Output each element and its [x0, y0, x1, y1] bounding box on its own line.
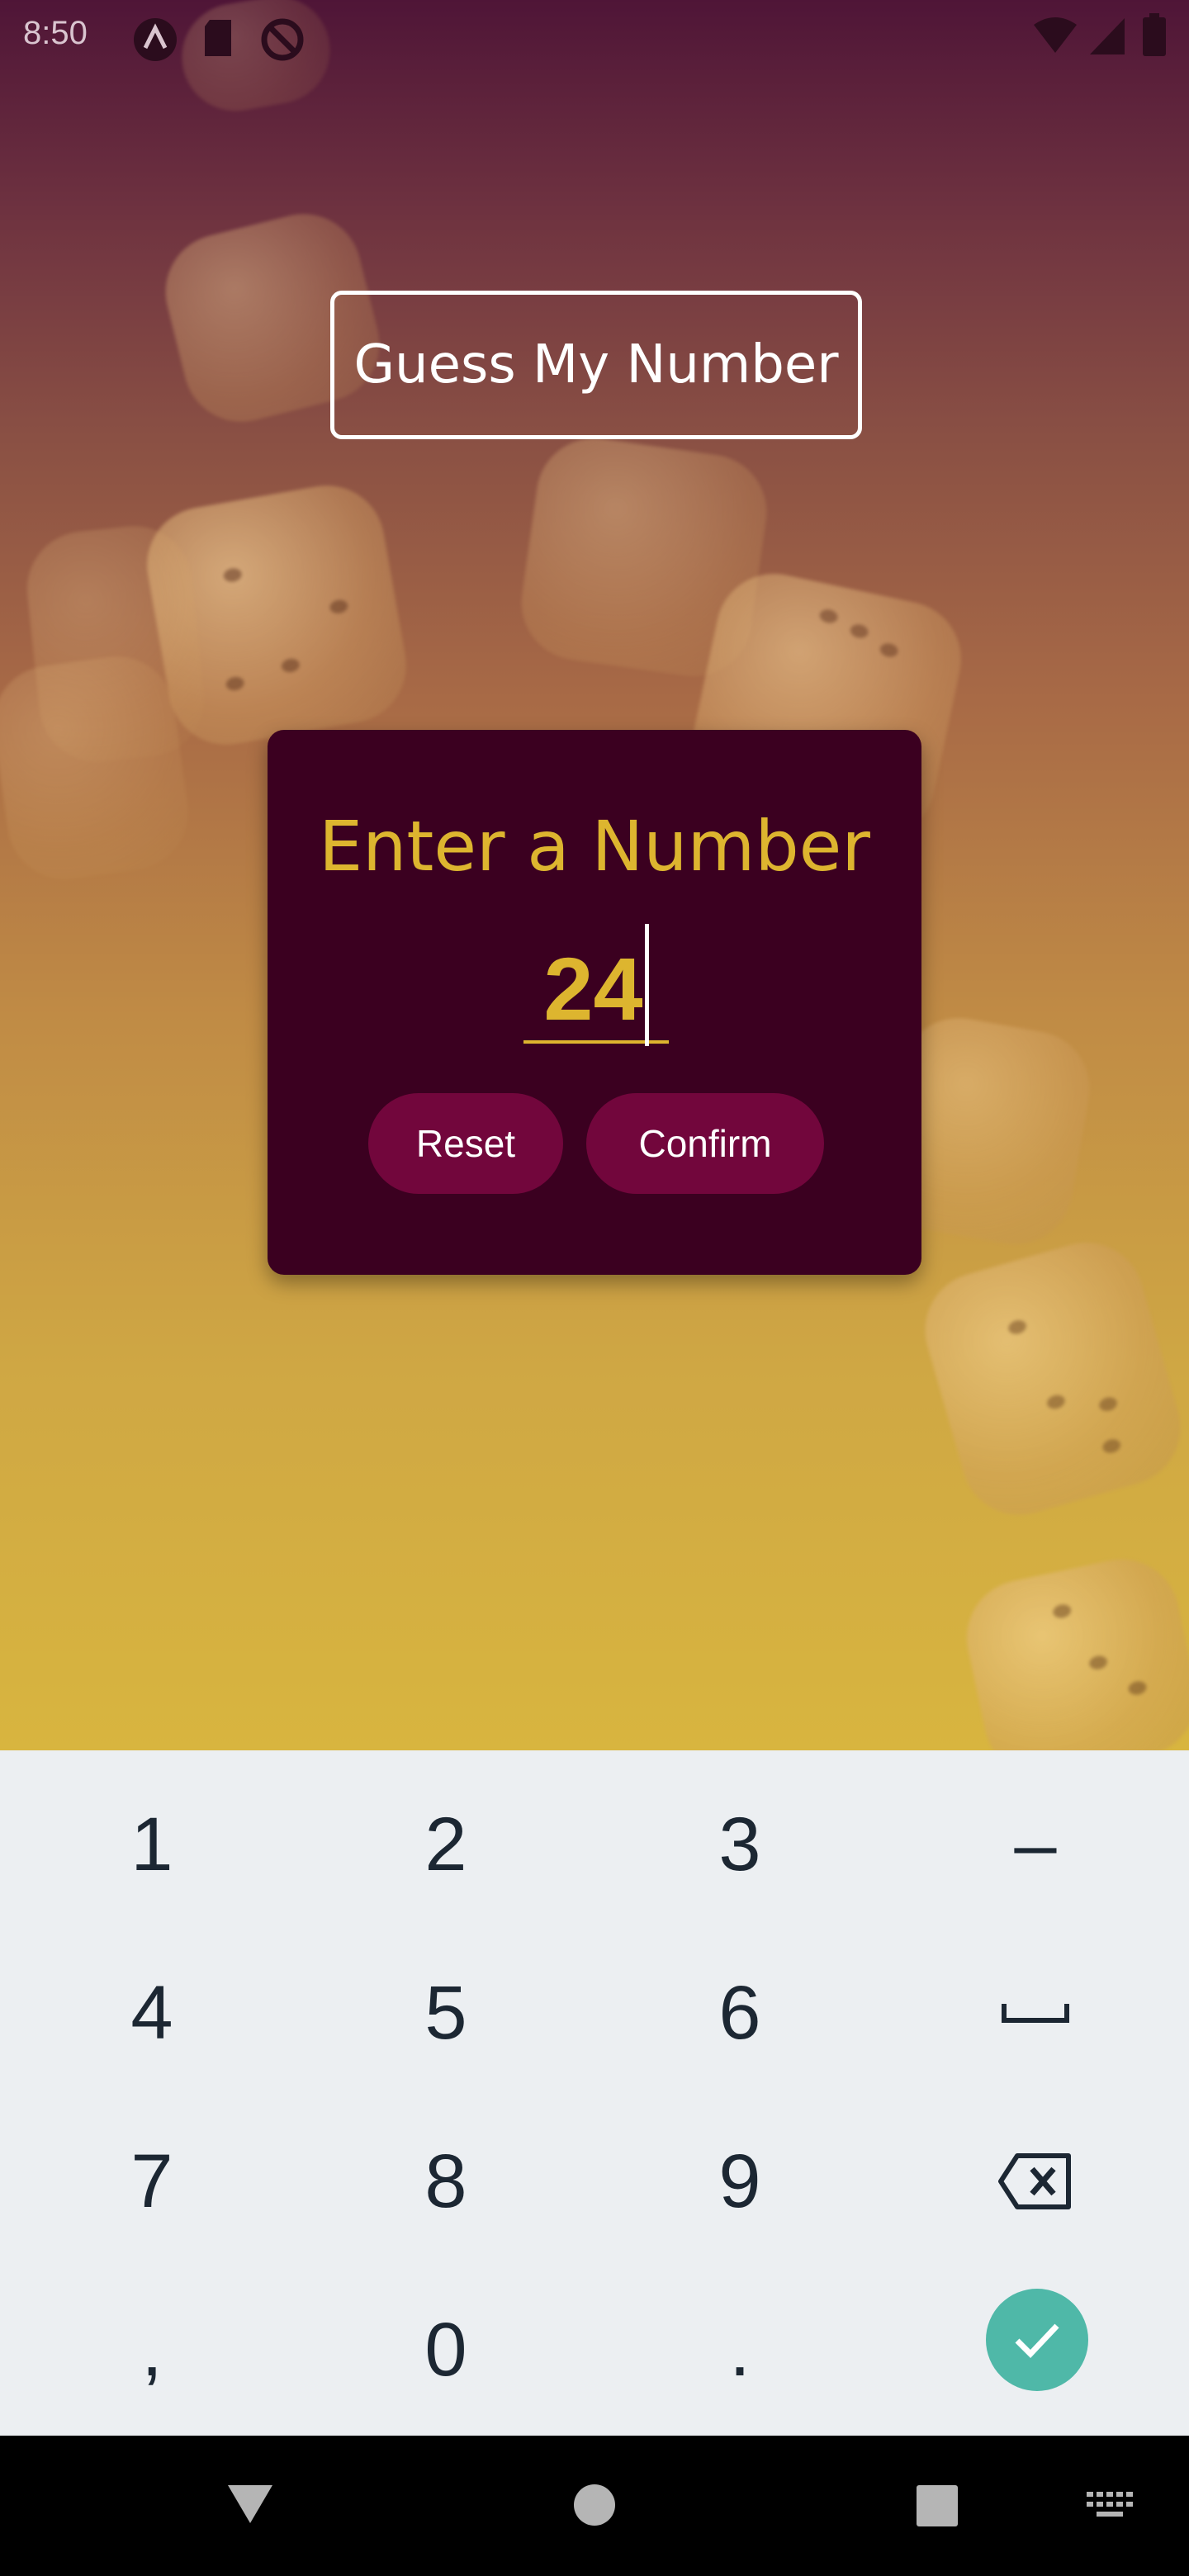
key-5[interactable]: 5	[322, 1930, 570, 2095]
confirm-button-label: Confirm	[638, 1122, 772, 1165]
app-screen: 8:50 Guess My Number Enter a Number 24 R…	[0, 0, 1189, 1750]
back-triangle-icon	[228, 2485, 272, 2523]
key-backspace[interactable]	[912, 2099, 1159, 2264]
page-title: Guess My Number	[330, 291, 862, 439]
key-minus[interactable]: –	[912, 1762, 1159, 1927]
back-button[interactable]	[225, 2482, 276, 2530]
key-2[interactable]: 2	[322, 1762, 570, 1927]
recents-button[interactable]	[915, 2484, 959, 2531]
keyboard-switch-button[interactable]	[1085, 2488, 1135, 2525]
key-comma[interactable]: ,	[28, 2267, 276, 2432]
do-not-disturb-icon	[259, 17, 306, 66]
wifi-icon	[1032, 17, 1078, 59]
confirm-button[interactable]: Confirm	[586, 1093, 824, 1194]
dice-decoration	[0, 648, 197, 888]
text-cursor	[644, 924, 649, 1046]
dice-decoration	[955, 1548, 1189, 1750]
app-notification-icon	[132, 17, 178, 66]
check-icon	[1015, 2323, 1059, 2359]
key-period[interactable]: .	[616, 2267, 864, 2432]
reset-button-label: Reset	[415, 1122, 516, 1165]
key-space[interactable]	[912, 1930, 1159, 2095]
battery-icon	[1143, 13, 1166, 59]
number-input-card: Enter a Number 24 Reset Confirm	[268, 730, 921, 1275]
backspace-icon	[998, 2153, 1071, 2209]
key-1[interactable]: 1	[28, 1762, 276, 1927]
done-key[interactable]	[986, 2289, 1088, 2391]
key-0[interactable]: 0	[322, 2267, 570, 2432]
numeric-keyboard: 1 2 3 – 4 5 6 7 8 9 , 0 .	[0, 1750, 1189, 2436]
card-heading: Enter a Number	[319, 806, 870, 887]
space-icon	[1002, 2004, 1069, 2023]
number-input[interactable]: 24	[523, 924, 669, 1046]
key-9[interactable]: 9	[616, 2099, 864, 2264]
page-title-text: Guess My Number	[353, 334, 839, 395]
keyboard-icon	[1087, 2492, 1133, 2517]
number-input-value: 24	[543, 938, 643, 1039]
key-7[interactable]: 7	[28, 2099, 276, 2264]
signal-icon	[1088, 17, 1126, 59]
sd-card-icon	[201, 18, 234, 61]
key-4[interactable]: 4	[28, 1930, 276, 2095]
home-circle-icon	[574, 2484, 615, 2526]
reset-button[interactable]: Reset	[368, 1093, 563, 1194]
system-nav-bar	[0, 2436, 1189, 2576]
status-bar: 8:50	[0, 0, 1189, 74]
key-6[interactable]: 6	[616, 1930, 864, 2095]
key-3[interactable]: 3	[616, 1762, 864, 1927]
dice-decoration	[911, 1229, 1189, 1529]
status-time: 8:50	[23, 15, 88, 51]
home-button[interactable]	[571, 2482, 618, 2531]
recents-square-icon	[917, 2485, 958, 2526]
key-8[interactable]: 8	[322, 2099, 570, 2264]
